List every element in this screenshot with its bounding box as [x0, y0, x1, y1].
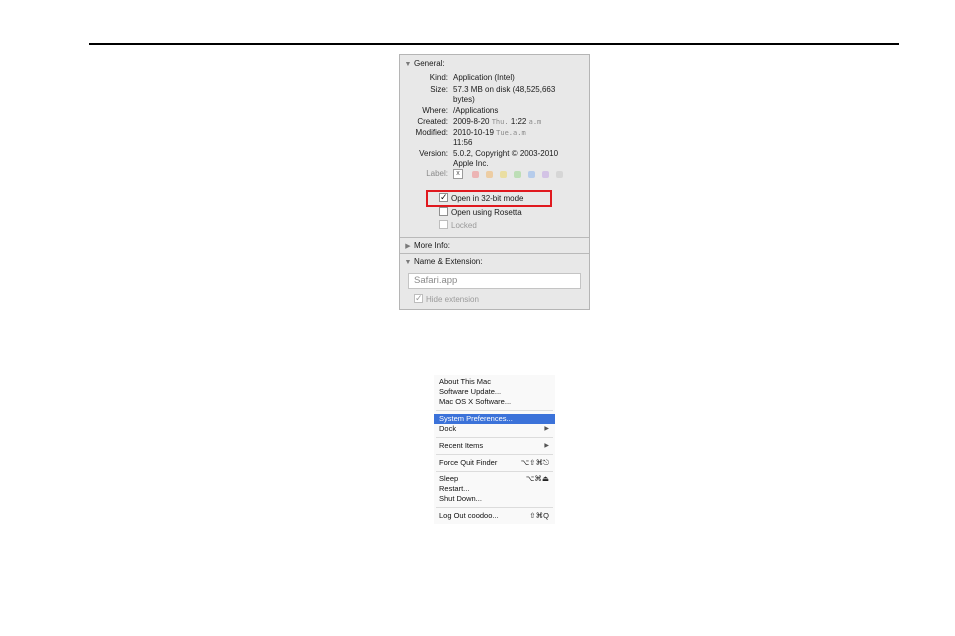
name-extension-header-label: Name & Extension:	[414, 257, 483, 266]
locked-checkbox-row[interactable]: Locked	[439, 220, 477, 232]
label-key: Label:	[426, 169, 448, 178]
open-rosetta-checkbox-row[interactable]: Open using Rosetta	[439, 207, 522, 219]
open-32bit-label: Open in 32-bit mode	[451, 194, 524, 203]
size-value-line2: bytes)	[453, 95, 475, 104]
more-info-header-label: More Info:	[414, 241, 451, 250]
disclosure-triangle-open-icon[interactable]: ▼	[402, 58, 414, 71]
menu-item-recent-items[interactable]: Recent Items ▶	[434, 441, 555, 451]
modified-value: 2010-10-19 Tue.a.m 11:56	[453, 128, 583, 148]
menu-item-shortcut: ⌥⌘⏏	[525, 474, 549, 483]
modified-key: Modified:	[415, 128, 448, 137]
locked-checkbox[interactable]	[439, 220, 448, 230]
created-weekday: Thu.	[491, 118, 509, 126]
menu-item-label: System Preferences...	[439, 414, 513, 423]
menu-item-shortcut: ⌥⇧⌘⎋	[520, 458, 549, 467]
menu-item-force-quit-finder[interactable]: Force Quit Finder ⌥⇧⌘⎋	[434, 458, 555, 468]
label-swatch-gray[interactable]	[556, 171, 563, 178]
menu-item-mac-os-x-software[interactable]: Mac OS X Software...	[434, 397, 555, 407]
open-32bit-checkbox-row[interactable]: ✓ Open in 32-bit mode	[439, 193, 524, 205]
created-ampm: a.m	[528, 118, 542, 126]
submenu-arrow-icon: ▶	[544, 426, 549, 432]
created-value: 2009-8-20 Thu. 1:22 a.m	[453, 117, 583, 127]
menu-item-about-this-mac[interactable]: About This Mac	[434, 377, 555, 387]
menu-item-label: Restart...	[439, 484, 470, 493]
label-row: Label: x	[400, 168, 589, 180]
menu-separator	[436, 507, 553, 508]
general-header-label: General:	[414, 59, 445, 68]
modified-date: 2010-10-19	[453, 128, 494, 137]
modified-time: 11:56	[453, 138, 473, 147]
general-section-header[interactable]: ▼ General:	[400, 57, 589, 70]
open-rosetta-checkbox[interactable]	[439, 207, 448, 217]
menu-item-label: Shut Down...	[439, 494, 482, 503]
menu-separator	[436, 471, 553, 472]
apple-menu: About This Mac Software Update... Mac OS…	[434, 375, 555, 524]
size-value: 57.3 MB on disk (48,525,663 bytes)	[453, 85, 583, 105]
menu-item-label: About This Mac	[439, 377, 491, 386]
menu-separator	[436, 454, 553, 455]
modified-weekday: Tue.a.m	[496, 129, 526, 137]
menu-item-sleep[interactable]: Sleep ⌥⌘⏏	[434, 474, 555, 484]
menu-item-shortcut: ⇧⌘Q	[529, 511, 549, 520]
menu-item-label: Sleep	[439, 474, 459, 483]
hide-extension-checkbox-row[interactable]: ✓ Hide extension	[414, 294, 479, 306]
label-swatch-orange[interactable]	[486, 171, 493, 178]
menu-separator	[436, 437, 553, 438]
open-32bit-checkbox[interactable]: ✓	[439, 193, 448, 203]
more-info-section-header[interactable]: ▶ More Info:	[400, 239, 589, 252]
menu-item-label: Force Quit Finder	[439, 458, 498, 467]
menu-item-system-preferences[interactable]: System Preferences...	[434, 414, 555, 424]
hide-extension-label: Hide extension	[426, 295, 479, 304]
version-line2: Apple Inc.	[453, 159, 489, 168]
section-divider	[400, 237, 589, 238]
label-swatch-green[interactable]	[514, 171, 521, 178]
disclosure-triangle-closed-icon[interactable]: ▶	[402, 240, 414, 253]
name-extension-section-header[interactable]: ▼ Name & Extension:	[400, 255, 589, 268]
section-divider	[400, 253, 589, 254]
where-value: /Applications	[453, 106, 499, 115]
version-line1: 5.0.2, Copyright © 2003-2010	[453, 149, 559, 158]
menu-separator	[436, 410, 553, 411]
where-key: Where:	[422, 106, 448, 115]
size-key: Size:	[430, 85, 448, 94]
menu-item-restart[interactable]: Restart...	[434, 484, 555, 494]
menu-item-dock[interactable]: Dock ▶	[434, 424, 555, 434]
size-value-line1: 57.3 MB on disk (48,525,663	[453, 85, 556, 94]
menu-item-label: Dock	[439, 424, 457, 433]
top-rule	[89, 43, 899, 45]
menu-item-log-out[interactable]: Log Out coodoo... ⇧⌘Q	[434, 511, 555, 521]
created-time: 1:22	[510, 117, 527, 126]
label-swatch-blue[interactable]	[528, 171, 535, 178]
version-value: 5.0.2, Copyright © 2003-2010 Apple Inc.	[453, 149, 583, 169]
label-swatch-red[interactable]	[472, 171, 479, 178]
menu-item-label: Software Update...	[439, 387, 502, 396]
version-key: Version:	[419, 149, 448, 158]
get-info-panel: ▼ General: Kind: Application (Intel) Size…	[399, 54, 590, 310]
label-none-x-icon[interactable]: x	[453, 169, 463, 179]
open-rosetta-label: Open using Rosetta	[451, 208, 522, 217]
disclosure-triangle-open-icon[interactable]: ▼	[402, 256, 414, 269]
kind-key: Kind:	[429, 73, 448, 82]
menu-item-label: Mac OS X Software...	[439, 397, 512, 406]
menu-item-label: Log Out coodoo...	[439, 511, 499, 520]
filename-field[interactable]: Safari.app	[408, 273, 581, 289]
label-swatch-purple[interactable]	[542, 171, 549, 178]
label-swatch-yellow[interactable]	[500, 171, 507, 178]
menu-item-software-update[interactable]: Software Update...	[434, 387, 555, 397]
menu-item-shut-down[interactable]: Shut Down...	[434, 494, 555, 504]
created-key: Created:	[417, 117, 448, 126]
kind-value: Application (Intel)	[453, 73, 515, 82]
locked-label: Locked	[451, 221, 477, 230]
menu-item-label: Recent Items	[439, 441, 484, 450]
created-date: 2009-8-20	[453, 117, 490, 126]
hide-extension-checkbox[interactable]: ✓	[414, 294, 423, 304]
submenu-arrow-icon: ▶	[544, 443, 549, 449]
